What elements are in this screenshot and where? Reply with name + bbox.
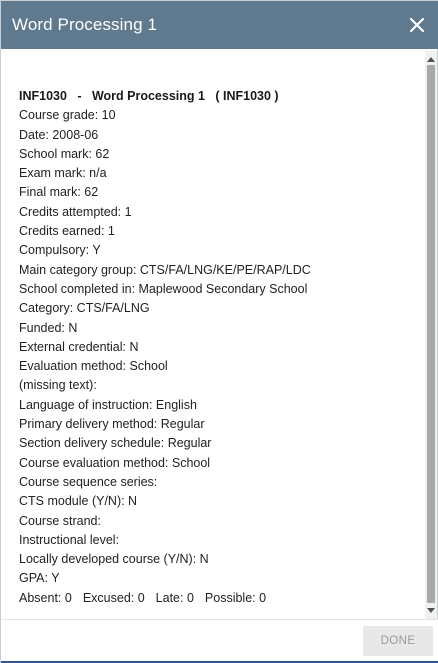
course-field: Locally developed course (Y/N): N: [19, 552, 209, 567]
absent-count: Absent: 0: [19, 590, 72, 605]
course-field: Course evaluation method: School: [19, 455, 211, 470]
close-icon: [410, 18, 424, 32]
course-field: External credential: N: [19, 339, 139, 354]
course-field: Course grade: 10: [19, 108, 116, 123]
scroll-thumb[interactable]: [427, 65, 435, 603]
course-field: Final mark: 62: [19, 185, 99, 200]
course-field: Main category group: CTS/FA/LNG/KE/PE/RA…: [19, 262, 311, 277]
course-field: Evaluation method: School: [19, 359, 168, 374]
course-field: Credits earned: 1: [19, 224, 115, 239]
course-field: Course sequence series:: [19, 474, 158, 489]
done-button[interactable]: DONE: [363, 626, 433, 656]
course-field: Funded: N: [19, 320, 78, 335]
course-field: Course strand:: [19, 513, 101, 528]
course-field: Credits attempted: 1: [19, 204, 132, 219]
course-field-list: Course grade: 10 Date: 2008-06 School mark…: [19, 106, 427, 588]
course-field: Category: CTS/FA/LNG: [19, 301, 150, 316]
course-detail-dialog: Word Processing 1 INF1030 - Word Process…: [0, 0, 438, 663]
course-field: Instructional level:: [19, 532, 120, 547]
course-field: Date: 2008-06: [19, 127, 99, 142]
scroll-up-button[interactable]: [425, 53, 437, 65]
close-button[interactable]: [405, 13, 429, 37]
scroll-down-button[interactable]: [425, 605, 437, 617]
course-field: Exam mark: n/a: [19, 166, 107, 181]
course-field: Compulsory: Y: [19, 243, 101, 258]
course-field: (missing text):: [19, 378, 97, 393]
course-field: Language of instruction: English: [19, 397, 197, 412]
course-details-panel: INF1030 - Word Processing 1 ( INF1030 ) …: [1, 49, 427, 619]
course-field: GPA: Y: [19, 571, 60, 586]
course-field: Primary delivery method: Regular: [19, 417, 205, 432]
course-field: School completed in: Maplewood Secondary…: [19, 281, 308, 296]
dialog-footer: DONE: [1, 619, 438, 663]
vertical-scrollbar[interactable]: [425, 51, 437, 619]
late-count: Late: 0: [155, 590, 194, 605]
course-heading: INF1030 - Word Processing 1 ( INF1030 ): [19, 89, 279, 103]
scroll-down-arrow-icon: [427, 608, 435, 613]
excused-count: Excused: 0: [82, 590, 145, 605]
possible-count: Possible: 0: [204, 590, 267, 605]
course-field: Section delivery schedule: Regular: [19, 436, 212, 451]
course-field: School mark: 62: [19, 146, 110, 161]
dialog-title: Word Processing 1: [12, 15, 158, 34]
dialog-header: Word Processing 1: [1, 1, 438, 49]
scroll-up-arrow-icon: [427, 57, 435, 62]
attendance-summary: Absent: 0 Excused: 0 Late: 0 Possible: 0: [19, 589, 427, 608]
course-field: CTS module (Y/N): N: [19, 494, 138, 509]
